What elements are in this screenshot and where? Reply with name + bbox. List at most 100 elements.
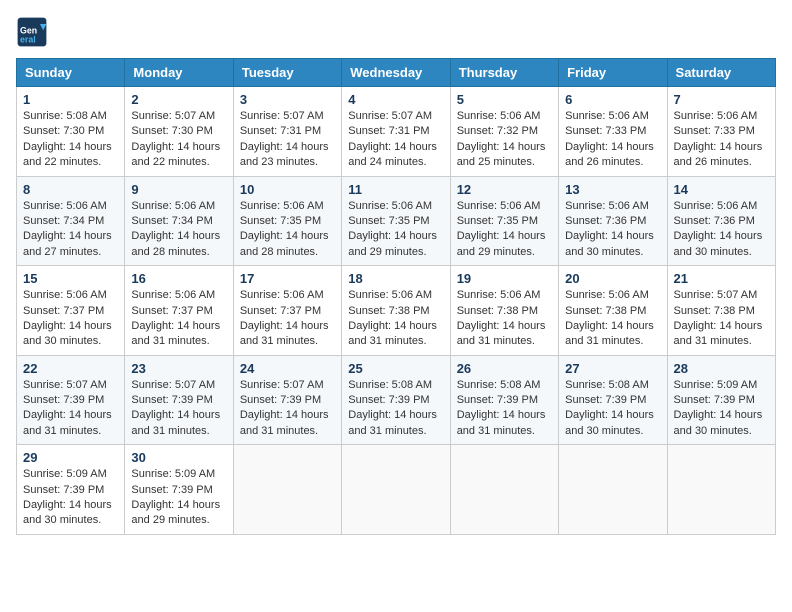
day-number: 25 xyxy=(348,361,443,376)
day-number: 27 xyxy=(565,361,660,376)
day-info: Sunrise: 5:06 AM Sunset: 7:36 PM Dayligh… xyxy=(565,199,660,261)
sunrise-label: Sunrise: 5:06 AM xyxy=(240,289,324,301)
sunrise-label: Sunrise: 5:06 AM xyxy=(565,110,649,122)
col-header-friday: Friday xyxy=(559,59,667,87)
calendar-cell: 1 Sunrise: 5:08 AM Sunset: 7:30 PM Dayli… xyxy=(17,87,125,177)
day-info: Sunrise: 5:06 AM Sunset: 7:34 PM Dayligh… xyxy=(131,199,226,261)
day-number: 29 xyxy=(23,450,118,465)
day-info: Sunrise: 5:08 AM Sunset: 7:39 PM Dayligh… xyxy=(565,378,660,440)
day-number: 3 xyxy=(240,92,335,107)
sunset-label: Sunset: 7:35 PM xyxy=(457,215,538,227)
daylight-label: Daylight: 14 hours and 30 minutes. xyxy=(674,409,763,436)
day-number: 18 xyxy=(348,271,443,286)
day-number: 11 xyxy=(348,182,443,197)
sunset-label: Sunset: 7:37 PM xyxy=(240,305,321,317)
calendar-week-row: 8 Sunrise: 5:06 AM Sunset: 7:34 PM Dayli… xyxy=(17,176,776,266)
daylight-label: Daylight: 14 hours and 29 minutes. xyxy=(457,230,546,257)
calendar-cell: 6 Sunrise: 5:06 AM Sunset: 7:33 PM Dayli… xyxy=(559,87,667,177)
calendar-week-row: 15 Sunrise: 5:06 AM Sunset: 7:37 PM Dayl… xyxy=(17,266,776,356)
calendar-week-row: 1 Sunrise: 5:08 AM Sunset: 7:30 PM Dayli… xyxy=(17,87,776,177)
sunset-label: Sunset: 7:38 PM xyxy=(348,305,429,317)
day-info: Sunrise: 5:06 AM Sunset: 7:33 PM Dayligh… xyxy=(565,109,660,171)
sunrise-label: Sunrise: 5:07 AM xyxy=(131,379,215,391)
col-header-wednesday: Wednesday xyxy=(342,59,450,87)
day-info: Sunrise: 5:06 AM Sunset: 7:37 PM Dayligh… xyxy=(23,288,118,350)
calendar-cell: 13 Sunrise: 5:06 AM Sunset: 7:36 PM Dayl… xyxy=(559,176,667,266)
day-info: Sunrise: 5:06 AM Sunset: 7:34 PM Dayligh… xyxy=(23,199,118,261)
day-info: Sunrise: 5:06 AM Sunset: 7:36 PM Dayligh… xyxy=(674,199,769,261)
daylight-label: Daylight: 14 hours and 28 minutes. xyxy=(240,230,329,257)
daylight-label: Daylight: 14 hours and 22 minutes. xyxy=(131,141,220,168)
sunrise-label: Sunrise: 5:09 AM xyxy=(131,468,215,480)
daylight-label: Daylight: 14 hours and 24 minutes. xyxy=(348,141,437,168)
daylight-label: Daylight: 14 hours and 28 minutes. xyxy=(131,230,220,257)
daylight-label: Daylight: 14 hours and 29 minutes. xyxy=(131,499,220,526)
daylight-label: Daylight: 14 hours and 30 minutes. xyxy=(565,230,654,257)
calendar-cell: 8 Sunrise: 5:06 AM Sunset: 7:34 PM Dayli… xyxy=(17,176,125,266)
col-header-monday: Monday xyxy=(125,59,233,87)
sunrise-label: Sunrise: 5:09 AM xyxy=(23,468,107,480)
calendar-week-row: 22 Sunrise: 5:07 AM Sunset: 7:39 PM Dayl… xyxy=(17,355,776,445)
daylight-label: Daylight: 14 hours and 26 minutes. xyxy=(674,141,763,168)
sunrise-label: Sunrise: 5:07 AM xyxy=(131,110,215,122)
calendar-cell: 2 Sunrise: 5:07 AM Sunset: 7:30 PM Dayli… xyxy=(125,87,233,177)
day-number: 7 xyxy=(674,92,769,107)
day-number: 30 xyxy=(131,450,226,465)
day-number: 16 xyxy=(131,271,226,286)
calendar-cell: 10 Sunrise: 5:06 AM Sunset: 7:35 PM Dayl… xyxy=(233,176,341,266)
calendar-cell xyxy=(667,445,775,535)
sunrise-label: Sunrise: 5:08 AM xyxy=(23,110,107,122)
sunrise-label: Sunrise: 5:06 AM xyxy=(240,200,324,212)
sunrise-label: Sunrise: 5:07 AM xyxy=(23,379,107,391)
day-info: Sunrise: 5:08 AM Sunset: 7:39 PM Dayligh… xyxy=(457,378,552,440)
day-number: 6 xyxy=(565,92,660,107)
day-number: 28 xyxy=(674,361,769,376)
sunset-label: Sunset: 7:31 PM xyxy=(348,125,429,137)
sunrise-label: Sunrise: 5:08 AM xyxy=(565,379,649,391)
day-info: Sunrise: 5:09 AM Sunset: 7:39 PM Dayligh… xyxy=(23,467,118,529)
sunrise-label: Sunrise: 5:06 AM xyxy=(348,200,432,212)
sunset-label: Sunset: 7:38 PM xyxy=(457,305,538,317)
sunset-label: Sunset: 7:39 PM xyxy=(131,394,212,406)
sunset-label: Sunset: 7:37 PM xyxy=(23,305,104,317)
calendar-cell: 5 Sunrise: 5:06 AM Sunset: 7:32 PM Dayli… xyxy=(450,87,558,177)
sunset-label: Sunset: 7:35 PM xyxy=(240,215,321,227)
col-header-sunday: Sunday xyxy=(17,59,125,87)
calendar-cell: 15 Sunrise: 5:06 AM Sunset: 7:37 PM Dayl… xyxy=(17,266,125,356)
daylight-label: Daylight: 14 hours and 30 minutes. xyxy=(565,409,654,436)
sunrise-label: Sunrise: 5:06 AM xyxy=(457,200,541,212)
col-header-tuesday: Tuesday xyxy=(233,59,341,87)
calendar-cell: 25 Sunrise: 5:08 AM Sunset: 7:39 PM Dayl… xyxy=(342,355,450,445)
day-number: 10 xyxy=(240,182,335,197)
day-info: Sunrise: 5:06 AM Sunset: 7:38 PM Dayligh… xyxy=(565,288,660,350)
daylight-label: Daylight: 14 hours and 25 minutes. xyxy=(457,141,546,168)
daylight-label: Daylight: 14 hours and 29 minutes. xyxy=(348,230,437,257)
day-number: 5 xyxy=(457,92,552,107)
daylight-label: Daylight: 14 hours and 31 minutes. xyxy=(457,320,546,347)
sunset-label: Sunset: 7:31 PM xyxy=(240,125,321,137)
day-info: Sunrise: 5:07 AM Sunset: 7:38 PM Dayligh… xyxy=(674,288,769,350)
calendar-cell: 20 Sunrise: 5:06 AM Sunset: 7:38 PM Dayl… xyxy=(559,266,667,356)
sunrise-label: Sunrise: 5:06 AM xyxy=(457,289,541,301)
calendar-cell xyxy=(233,445,341,535)
day-info: Sunrise: 5:07 AM Sunset: 7:39 PM Dayligh… xyxy=(23,378,118,440)
day-info: Sunrise: 5:08 AM Sunset: 7:30 PM Dayligh… xyxy=(23,109,118,171)
sunrise-label: Sunrise: 5:06 AM xyxy=(348,289,432,301)
calendar-cell xyxy=(342,445,450,535)
day-number: 22 xyxy=(23,361,118,376)
sunset-label: Sunset: 7:33 PM xyxy=(674,125,755,137)
sunset-label: Sunset: 7:34 PM xyxy=(131,215,212,227)
daylight-label: Daylight: 14 hours and 31 minutes. xyxy=(131,409,220,436)
sunrise-label: Sunrise: 5:09 AM xyxy=(674,379,758,391)
calendar-cell: 3 Sunrise: 5:07 AM Sunset: 7:31 PM Dayli… xyxy=(233,87,341,177)
sunset-label: Sunset: 7:38 PM xyxy=(674,305,755,317)
day-info: Sunrise: 5:06 AM Sunset: 7:35 PM Dayligh… xyxy=(457,199,552,261)
day-info: Sunrise: 5:06 AM Sunset: 7:32 PM Dayligh… xyxy=(457,109,552,171)
daylight-label: Daylight: 14 hours and 27 minutes. xyxy=(23,230,112,257)
sunset-label: Sunset: 7:39 PM xyxy=(240,394,321,406)
sunset-label: Sunset: 7:33 PM xyxy=(565,125,646,137)
sunrise-label: Sunrise: 5:07 AM xyxy=(240,110,324,122)
daylight-label: Daylight: 14 hours and 31 minutes. xyxy=(23,409,112,436)
daylight-label: Daylight: 14 hours and 31 minutes. xyxy=(565,320,654,347)
daylight-label: Daylight: 14 hours and 30 minutes. xyxy=(23,499,112,526)
